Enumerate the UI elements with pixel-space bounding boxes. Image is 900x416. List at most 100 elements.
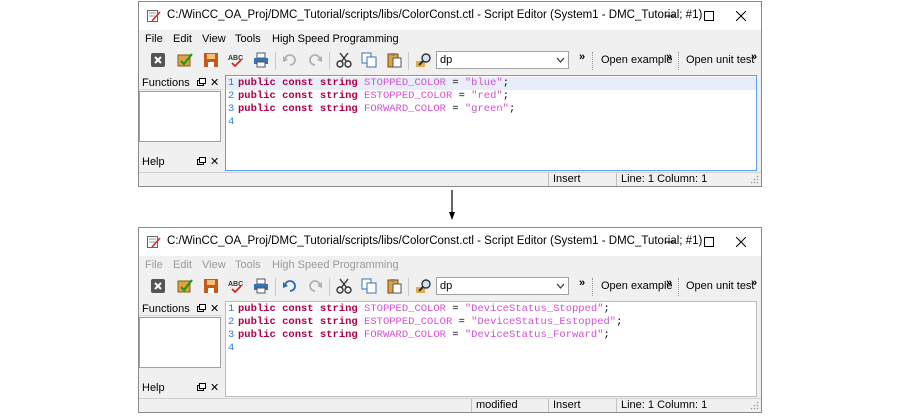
- redo-icon[interactable]: [307, 52, 323, 68]
- code-string-value: "red": [471, 90, 503, 102]
- code-constant-name: ESTOPPED_COLOR: [364, 90, 453, 102]
- menu-bar: File Edit View Tools High Speed Programm…: [139, 256, 761, 274]
- menu-high-speed-programming[interactable]: High Speed Programming: [272, 33, 399, 45]
- cut-icon[interactable]: [336, 278, 352, 294]
- code-line[interactable]: public const string STOPPED_COLOR = "blu…: [238, 77, 509, 89]
- functions-panel-close-icon[interactable]: ✕: [210, 302, 219, 315]
- open-unit-test-button[interactable]: Open unit test: [686, 280, 755, 292]
- close-button[interactable]: [719, 228, 763, 256]
- undo-icon[interactable]: [282, 52, 298, 68]
- check-syntax-icon[interactable]: [177, 52, 193, 68]
- find-icon[interactable]: [416, 278, 432, 294]
- find-icon[interactable]: [416, 52, 432, 68]
- status-bar: Insert Line: 1 Column: 1: [139, 172, 761, 186]
- copy-icon[interactable]: [361, 52, 377, 68]
- toolbar-grip[interactable]: [592, 278, 595, 296]
- menu-tools[interactable]: Tools: [235, 33, 261, 45]
- save-icon[interactable]: [203, 278, 219, 294]
- undock-icon[interactable]: [197, 157, 206, 165]
- spellcheck-icon[interactable]: ABC: [228, 278, 244, 294]
- help-panel-header: Help ✕: [139, 154, 223, 169]
- undo-icon[interactable]: [282, 278, 298, 294]
- code-line[interactable]: public const string FORWARD_COLOR = "gre…: [238, 103, 515, 115]
- minimize-button[interactable]: [648, 2, 692, 30]
- code-operator: =: [445, 329, 465, 341]
- code-string-value: "DeviceStatus_Stopped": [464, 303, 604, 315]
- toolbar-separator: [329, 278, 330, 296]
- code-keyword: public const string: [238, 316, 358, 328]
- menu-edit[interactable]: Edit: [173, 259, 192, 271]
- copy-icon[interactable]: [361, 278, 377, 294]
- close-icon: [736, 237, 746, 247]
- stop-icon[interactable]: [150, 52, 166, 68]
- toolbar-overflow-icon[interactable]: »: [666, 277, 672, 289]
- status-insert-mode: Insert: [548, 399, 616, 412]
- code-string-value: "green": [464, 103, 509, 115]
- menu-view[interactable]: View: [202, 33, 226, 45]
- paste-icon[interactable]: [386, 52, 402, 68]
- toolbar-overflow-icon[interactable]: »: [579, 277, 585, 289]
- code-semicolon: ;: [603, 329, 610, 341]
- line-number: 4: [228, 342, 235, 354]
- print-icon[interactable]: [253, 278, 269, 294]
- paste-icon[interactable]: [386, 278, 402, 294]
- resize-grip-icon[interactable]: [750, 175, 759, 184]
- cut-icon[interactable]: [336, 52, 352, 68]
- toolbar-grip[interactable]: [592, 52, 595, 70]
- code-string-value: "DeviceStatus_Forward": [464, 329, 604, 341]
- line-number: 2: [228, 316, 235, 328]
- menu-view[interactable]: View: [202, 259, 226, 271]
- toolbar-grip[interactable]: [678, 52, 681, 70]
- close-button[interactable]: [719, 2, 763, 30]
- search-combobox[interactable]: dp: [436, 51, 569, 69]
- open-example-button[interactable]: Open example: [601, 54, 673, 66]
- code-line[interactable]: public const string ESTOPPED_COLOR = "re…: [238, 90, 509, 102]
- functions-list[interactable]: [139, 91, 221, 142]
- functions-panel-header: Functions ✕: [139, 301, 223, 316]
- toolbar-overflow-icon[interactable]: »: [666, 51, 672, 63]
- menu-tools[interactable]: Tools: [235, 259, 261, 271]
- spellcheck-icon[interactable]: ABC: [228, 52, 244, 68]
- title-bar[interactable]: C:/WinCC_OA_Proj/DMC_Tutorial/scripts/li…: [139, 2, 761, 30]
- print-icon[interactable]: [253, 52, 269, 68]
- search-combobox[interactable]: dp: [436, 277, 569, 295]
- code-editor[interactable]: 1 2 3 4 public const string STOPPED_COLO…: [225, 75, 757, 171]
- title-bar[interactable]: C:/WinCC_OA_Proj/DMC_Tutorial/scripts/li…: [139, 228, 761, 256]
- code-line[interactable]: public const string ESTOPPED_COLOR = "De…: [238, 316, 622, 328]
- help-panel-close-icon[interactable]: ✕: [210, 381, 219, 394]
- menu-file[interactable]: File: [145, 33, 163, 45]
- help-panel-close-icon[interactable]: ✕: [210, 155, 219, 168]
- resize-grip-icon[interactable]: [750, 401, 759, 410]
- code-operator: =: [452, 90, 472, 102]
- undock-icon[interactable]: [197, 78, 206, 86]
- code-operator: =: [445, 303, 465, 315]
- toolbar: ABC dp » Open example » Open unit test »: [139, 274, 761, 300]
- menu-edit[interactable]: Edit: [173, 33, 192, 45]
- code-semicolon: ;: [502, 77, 509, 89]
- functions-list[interactable]: [139, 317, 221, 368]
- code-constant-name: STOPPED_COLOR: [364, 303, 446, 315]
- toolbar-overflow-icon[interactable]: »: [751, 51, 757, 63]
- chevron-down-icon: [556, 283, 565, 289]
- code-editor[interactable]: 1 2 3 4 public const string STOPPED_COLO…: [225, 301, 757, 397]
- open-example-button[interactable]: Open example: [601, 280, 673, 292]
- redo-icon[interactable]: [307, 278, 323, 294]
- undock-icon[interactable]: [197, 383, 206, 391]
- script-editor-app-icon: [147, 10, 161, 22]
- save-icon[interactable]: [203, 52, 219, 68]
- functions-panel-close-icon[interactable]: ✕: [210, 76, 219, 89]
- check-syntax-icon[interactable]: [177, 278, 193, 294]
- stop-icon[interactable]: [150, 278, 166, 294]
- undock-icon[interactable]: [197, 304, 206, 312]
- toolbar-grip[interactable]: [678, 278, 681, 296]
- toolbar-overflow-icon[interactable]: »: [579, 51, 585, 63]
- menu-file[interactable]: File: [145, 259, 163, 271]
- code-line[interactable]: public const string STOPPED_COLOR = "Dev…: [238, 303, 610, 315]
- window-title: C:/WinCC_OA_Proj/DMC_Tutorial/scripts/li…: [167, 235, 703, 247]
- toolbar-overflow-icon[interactable]: »: [751, 277, 757, 289]
- minimize-button[interactable]: [648, 228, 692, 256]
- line-number: 3: [228, 329, 235, 341]
- menu-high-speed-programming[interactable]: High Speed Programming: [272, 259, 399, 271]
- open-unit-test-button[interactable]: Open unit test: [686, 54, 755, 66]
- code-line[interactable]: public const string FORWARD_COLOR = "Dev…: [238, 329, 610, 341]
